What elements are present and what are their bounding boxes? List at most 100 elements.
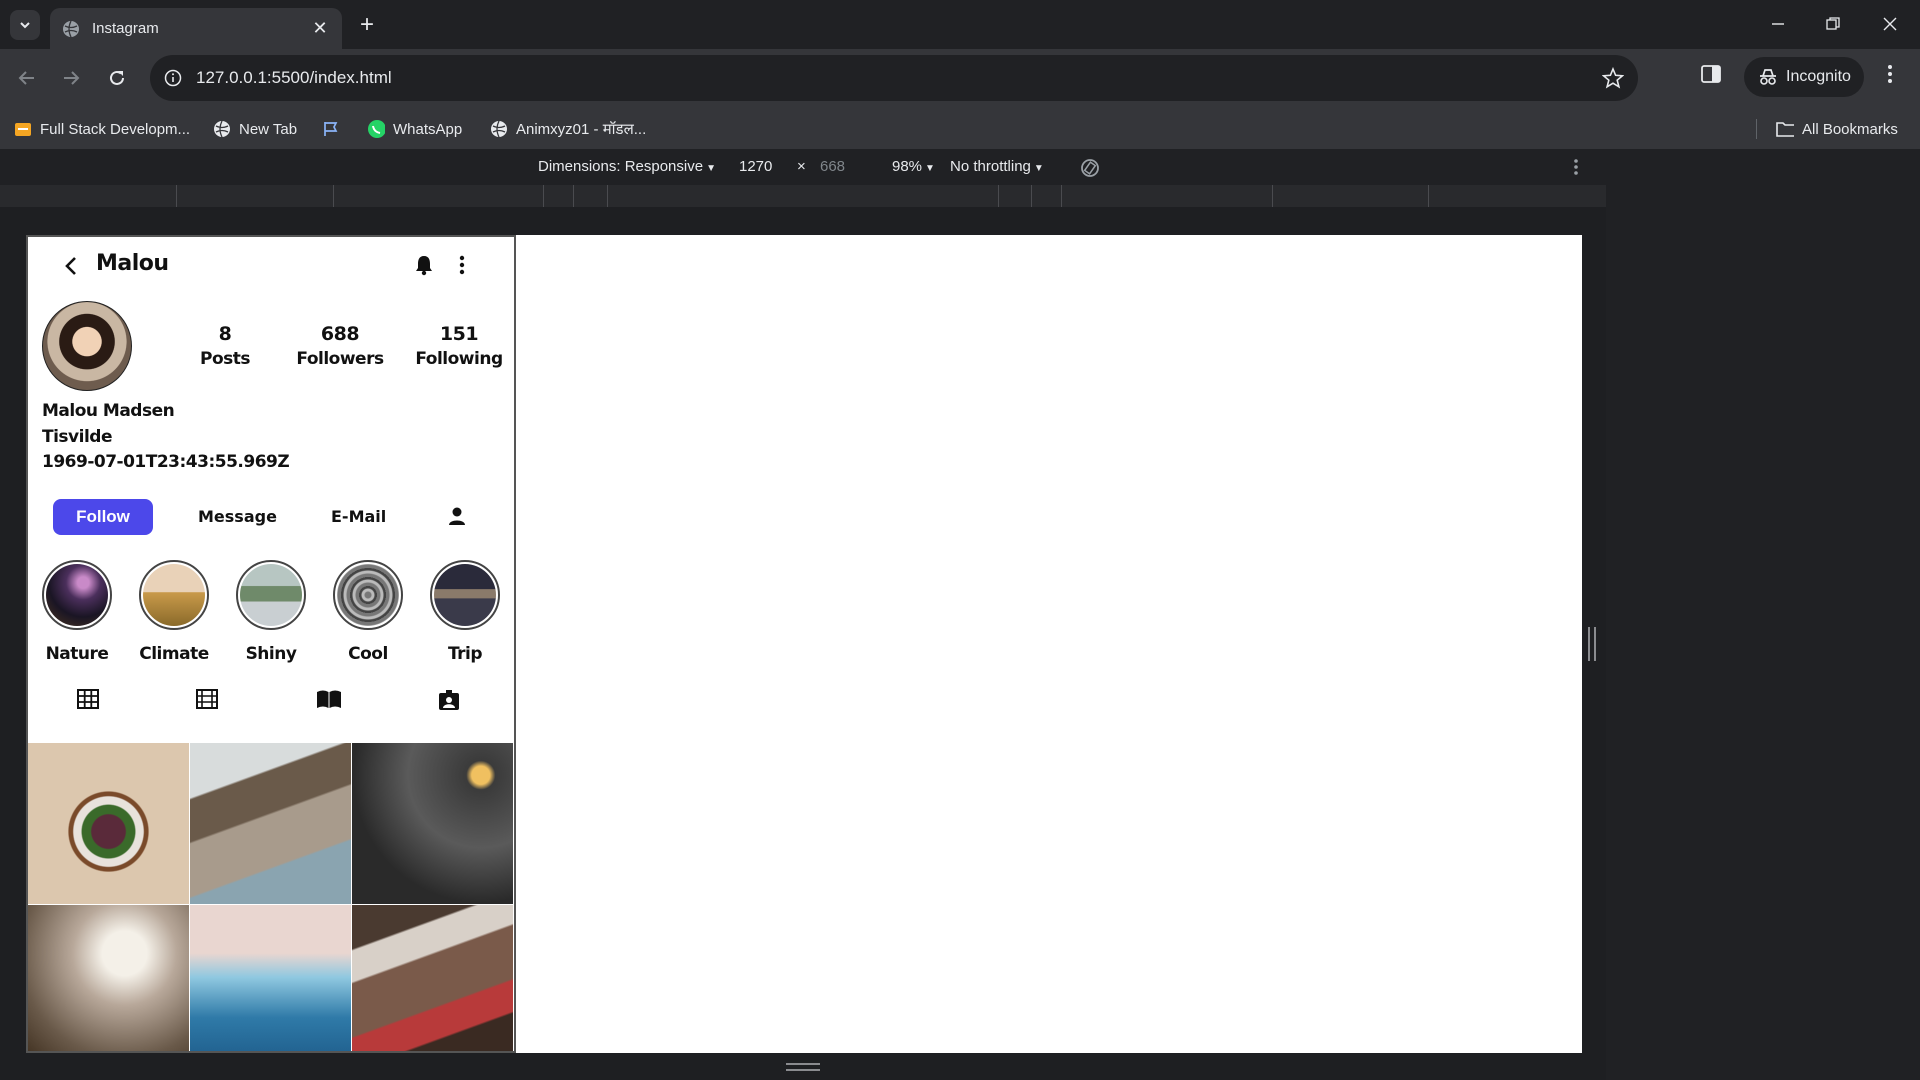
browser-tab[interactable]: Instagram ✕ xyxy=(50,8,342,49)
highlight-ring xyxy=(430,560,500,630)
arrow-right-icon xyxy=(64,71,80,85)
stat-posts[interactable]: 8 Posts xyxy=(190,323,260,369)
caret-down-icon: ▼ xyxy=(1033,163,1044,174)
highlight-ring xyxy=(236,560,306,630)
zoom-value: 98% xyxy=(892,158,923,175)
bookmarks-bar: Full Stack Developm... New Tab WhatsApp … xyxy=(0,109,1920,149)
address-bar[interactable]: 127.0.0.1:5500/index.html xyxy=(150,55,1638,101)
reels-icon[interactable] xyxy=(196,689,218,709)
posts-label: Posts xyxy=(199,349,251,369)
back-button[interactable] xyxy=(12,63,42,93)
bookmark-animxyz[interactable]: Animxyz01 - मॉडल... xyxy=(490,117,646,141)
globe-icon xyxy=(63,20,79,37)
stat-followers[interactable]: 688 Followers xyxy=(290,323,390,369)
dimensions-label: Dimensions: Responsive xyxy=(538,158,704,175)
bookmark-separator xyxy=(1756,119,1757,139)
highlight-cool[interactable]: Cool xyxy=(333,560,403,664)
zoom-dropdown[interactable]: 98% ▼ xyxy=(892,158,935,175)
highlight-shiny[interactable]: Shiny xyxy=(236,560,306,664)
highlight-label: Cool xyxy=(348,644,388,664)
folder-icon xyxy=(1776,120,1794,138)
instagram-profile-card: Malou 8 Posts 688 Followers 151 Followin… xyxy=(26,235,516,1053)
bookmark-new-tab[interactable]: New Tab xyxy=(213,117,297,141)
highlight-climate[interactable]: Climate xyxy=(139,560,209,664)
post-thumbnail[interactable] xyxy=(28,905,189,1051)
bookmark-flag[interactable] xyxy=(322,117,348,141)
rotate-icon[interactable] xyxy=(1078,156,1102,180)
following-label: Following xyxy=(415,349,503,369)
book-icon[interactable] xyxy=(316,689,342,709)
forward-button[interactable] xyxy=(56,63,86,93)
restore-button[interactable] xyxy=(1813,10,1853,38)
stat-following[interactable]: 151 Following xyxy=(409,323,509,369)
times-value: × xyxy=(797,158,806,175)
post-thumbnail[interactable] xyxy=(190,743,351,904)
followers-label: Followers xyxy=(296,349,384,369)
throttling-value: No throttling xyxy=(950,158,1031,175)
viewport-resize-handle[interactable] xyxy=(1588,627,1596,661)
person-icon[interactable] xyxy=(448,506,466,526)
restore-icon xyxy=(1826,17,1840,30)
device-toolbar: Dimensions: Responsive ▼ 1270 × 668 98% ▼ … xyxy=(0,149,1606,185)
whatsapp-icon xyxy=(367,120,385,138)
close-window-button[interactable] xyxy=(1870,10,1910,38)
minimize-icon xyxy=(1772,23,1784,25)
media-query-ruler xyxy=(0,185,1606,207)
grid-icon[interactable] xyxy=(77,689,99,709)
globe-icon xyxy=(490,120,508,138)
bookmark-whatsapp[interactable]: WhatsApp xyxy=(367,117,462,141)
flag-icon xyxy=(322,120,340,138)
browser-menu-icon[interactable] xyxy=(1880,63,1900,85)
highlight-image xyxy=(46,564,108,626)
bookmark-full-stack[interactable]: Full Stack Developm... xyxy=(14,117,190,141)
tab-search-button[interactable] xyxy=(10,10,40,40)
new-tab-button[interactable]: + xyxy=(353,11,381,39)
tagged-icon[interactable] xyxy=(438,689,460,711)
highlight-label: Nature xyxy=(45,644,109,664)
highlight-label: Trip xyxy=(447,644,483,664)
minimize-button[interactable] xyxy=(1758,10,1798,38)
action-buttons: Follow Message E-Mail xyxy=(28,499,514,539)
chevron-down-icon xyxy=(20,22,30,29)
more-vertical-icon[interactable] xyxy=(458,254,466,276)
all-bookmarks[interactable]: All Bookmarks xyxy=(1776,117,1898,141)
width-value: 1270 xyxy=(739,158,773,175)
side-panel-icon[interactable] xyxy=(1700,63,1722,85)
width-input[interactable]: 1270 xyxy=(739,158,772,175)
post-thumbnail[interactable] xyxy=(352,905,513,1051)
page-canvas: Malou 8 Posts 688 Followers 151 Followin… xyxy=(26,235,1582,1053)
folder-orange-icon xyxy=(14,120,32,138)
viewport-bottom-handle[interactable] xyxy=(786,1063,820,1071)
back-arrow-icon[interactable] xyxy=(62,255,82,277)
post-thumbnail[interactable] xyxy=(28,743,189,904)
star-icon[interactable] xyxy=(1602,67,1624,89)
browser-toolbar: 127.0.0.1:5500/index.html Incognito xyxy=(0,49,1920,109)
highlight-image xyxy=(143,564,205,626)
profile-username: Malou xyxy=(96,251,169,276)
message-button[interactable]: Message xyxy=(198,507,277,526)
incognito-badge[interactable]: Incognito xyxy=(1744,57,1864,97)
post-thumbnail[interactable] xyxy=(190,905,351,1051)
height-value: 668 xyxy=(820,158,846,175)
profile-header: Malou xyxy=(28,237,514,297)
tab-close-icon[interactable]: ✕ xyxy=(310,18,330,39)
follow-button[interactable]: Follow xyxy=(53,499,153,535)
bookmark-label: Animxyz01 - मॉडल... xyxy=(516,121,647,138)
post-thumbnail[interactable] xyxy=(352,743,513,904)
bookmark-label: New Tab xyxy=(239,120,298,138)
followers-count: 688 xyxy=(320,323,360,345)
avatar[interactable] xyxy=(42,301,132,391)
more-options-icon[interactable] xyxy=(1572,158,1580,176)
reload-button[interactable] xyxy=(102,63,132,93)
highlight-trip[interactable]: Trip xyxy=(430,560,500,664)
dimensions-dropdown[interactable]: Dimensions: Responsive ▼ xyxy=(538,158,716,175)
highlight-image xyxy=(434,564,496,626)
incognito-icon xyxy=(1760,69,1776,85)
bell-icon[interactable] xyxy=(414,254,434,276)
highlight-nature[interactable]: Nature xyxy=(42,560,112,664)
posts-count: 8 xyxy=(218,323,232,345)
email-button[interactable]: E-Mail xyxy=(331,507,386,526)
height-input[interactable]: 668 xyxy=(820,158,845,175)
highlight-label: Climate xyxy=(139,644,209,664)
throttling-dropdown[interactable]: No throttling ▼ xyxy=(950,158,1044,175)
